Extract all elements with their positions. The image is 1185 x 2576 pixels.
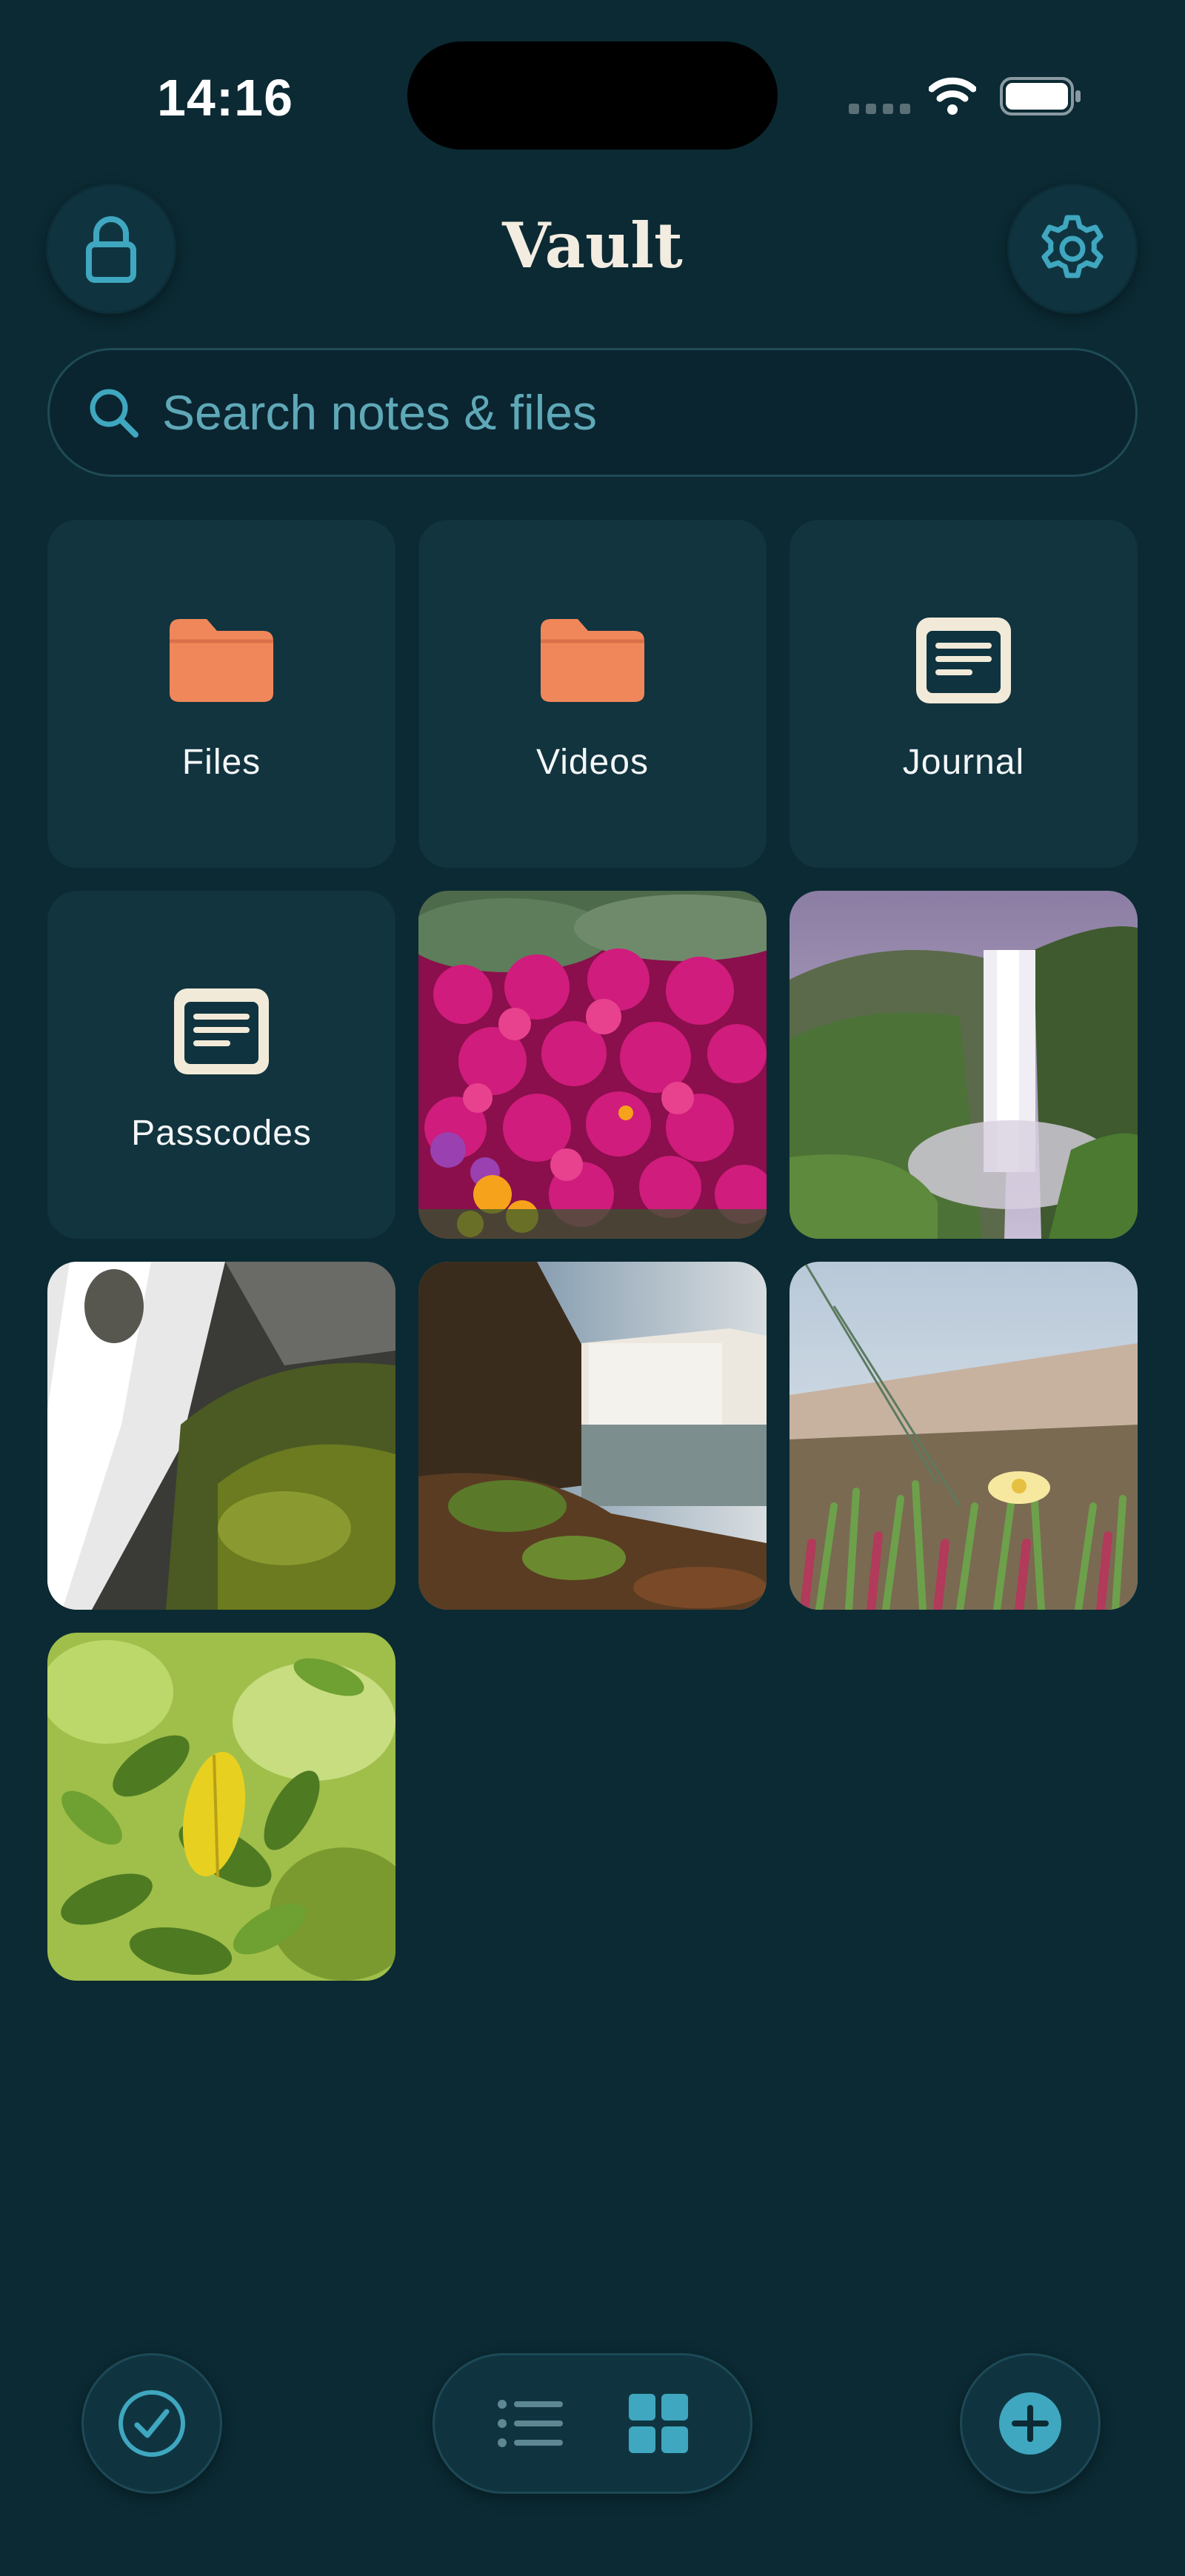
signal-icon [849,104,910,114]
note-icon [174,988,269,1074]
note-label: Journal [902,743,1025,782]
settings-button[interactable] [1007,184,1138,314]
list-icon[interactable] [496,2397,564,2450]
photo-thumbnail-leaves[interactable] [47,1633,395,1981]
grid-icon[interactable] [627,2392,690,2455]
note-tile-journal[interactable]: Journal [790,520,1138,868]
status-bar: 14:16 [0,0,1185,170]
photo-image [790,1262,1138,1610]
photo-thumbnail-waterfall[interactable] [790,891,1138,1239]
photo-thumbnail-cliff-waterfall[interactable] [418,1262,767,1610]
photo-image [790,891,1138,1239]
photo-image [47,1262,395,1610]
folder-icon [541,619,644,702]
select-button[interactable] [81,2353,222,2494]
folder-tile-videos[interactable]: Videos [418,520,767,868]
view-mode-toggle[interactable] [433,2353,752,2494]
photo-image [47,1633,395,1981]
gear-icon [1041,215,1104,278]
checkmark-circle-icon [118,2390,185,2457]
dynamic-island [407,41,778,150]
folder-label: Files [181,743,261,782]
search-input[interactable] [162,384,1125,441]
add-button[interactable] [960,2353,1101,2494]
search-bar[interactable] [47,348,1138,477]
note-icon [916,618,1011,703]
photo-thumbnail-flowers[interactable] [418,891,767,1239]
wifi-icon [929,77,976,115]
search-icon [90,389,138,438]
plus-icon [999,2392,1061,2455]
folder-tile-files[interactable]: Files [47,520,395,868]
photo-thumbnail-mossy-waterfall[interactable] [47,1262,395,1610]
status-time: 14:16 [157,69,294,127]
photo-image [418,891,767,1239]
folder-icon [170,619,273,702]
note-tile-passcodes[interactable]: Passcodes [47,891,395,1239]
photo-image [418,1262,767,1610]
battery-icon [1000,77,1081,116]
photo-thumbnail-coastal-plant[interactable] [790,1262,1138,1610]
note-label: Passcodes [131,1114,312,1153]
folder-label: Videos [536,743,649,782]
